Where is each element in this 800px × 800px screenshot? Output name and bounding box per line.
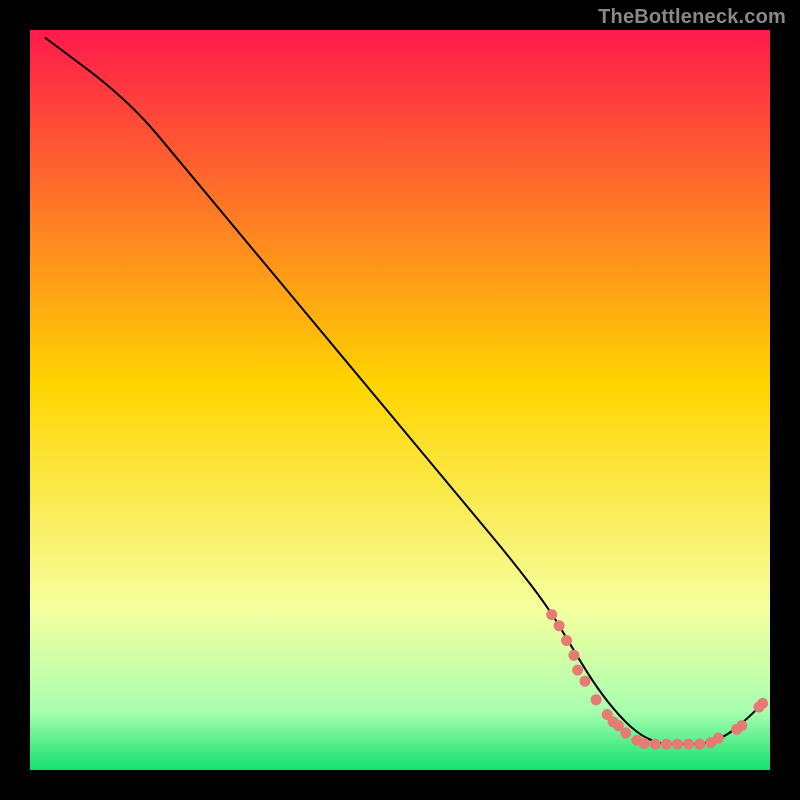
data-marker bbox=[661, 739, 672, 750]
gradient-background bbox=[30, 30, 770, 770]
data-marker bbox=[546, 609, 557, 620]
data-marker bbox=[683, 739, 694, 750]
data-marker bbox=[620, 728, 631, 739]
data-marker bbox=[561, 635, 572, 646]
data-marker bbox=[639, 738, 650, 749]
data-marker bbox=[572, 665, 583, 676]
data-marker bbox=[694, 739, 705, 750]
data-marker bbox=[757, 698, 768, 709]
chart-svg bbox=[30, 30, 770, 770]
data-marker bbox=[672, 739, 683, 750]
chart-stage: TheBottleneck.com bbox=[0, 0, 800, 800]
data-marker bbox=[736, 720, 747, 731]
data-marker bbox=[568, 650, 579, 661]
data-marker bbox=[554, 620, 565, 631]
data-marker bbox=[650, 739, 661, 750]
watermark-text: TheBottleneck.com bbox=[598, 6, 786, 29]
data-marker bbox=[591, 694, 602, 705]
plot-area bbox=[30, 30, 770, 770]
data-marker bbox=[713, 733, 724, 744]
data-marker bbox=[580, 676, 591, 687]
